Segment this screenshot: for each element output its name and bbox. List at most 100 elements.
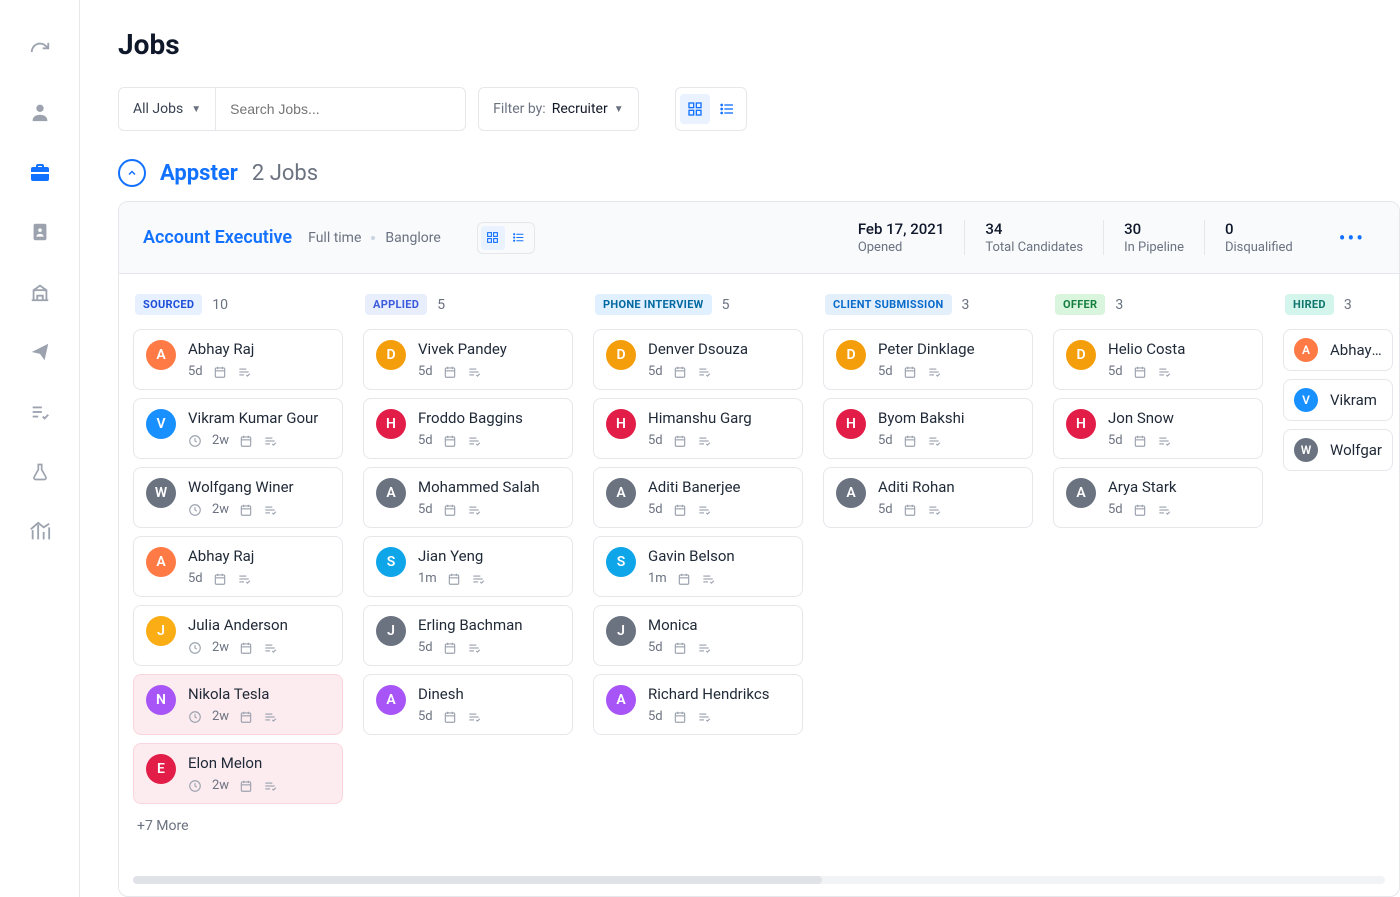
refresh-icon[interactable] (28, 40, 52, 64)
candidate-card[interactable]: WWolfgar (1283, 429, 1393, 471)
candidate-card[interactable]: DPeter Dinklage5d (823, 329, 1033, 390)
horizontal-scrollbar[interactable] (133, 876, 1385, 884)
card-time: 2w (212, 709, 229, 724)
card-meta: 2w (188, 640, 330, 655)
candidate-name: Vikram (1330, 391, 1382, 409)
avatar: A (376, 685, 406, 715)
candidate-name: Abhay R (1330, 341, 1382, 359)
column-header: OFFER3 (1053, 294, 1263, 315)
candidate-card[interactable]: ADinesh5d (363, 674, 573, 735)
candidate-card[interactable]: AAbhay Raj5d (133, 329, 343, 390)
candidate-card[interactable]: SGavin Belson1m (593, 536, 803, 597)
filter-by-label: Filter by: (493, 101, 546, 117)
stat-value: 0 (1225, 220, 1293, 238)
card-time: 5d (648, 364, 663, 379)
candidate-card[interactable]: AMohammed Salah5d (363, 467, 573, 528)
job-grid-view[interactable] (481, 226, 505, 250)
candidate-card[interactable]: DHelio Costa5d (1053, 329, 1263, 390)
stat-label: Disqualified (1225, 240, 1293, 255)
candidate-card[interactable]: SJian Yeng1m (363, 536, 573, 597)
column-count: 5 (722, 297, 730, 313)
briefcase-icon[interactable] (28, 160, 52, 184)
card-time: 5d (188, 364, 203, 379)
filter-by-value: Recruiter (552, 101, 608, 117)
candidate-card[interactable]: AAbhay Raj5d (133, 536, 343, 597)
avatar: A (376, 478, 406, 508)
list-view-button[interactable] (712, 94, 742, 124)
user-icon[interactable] (28, 100, 52, 124)
candidate-card[interactable]: HJon Snow5d (1053, 398, 1263, 459)
card-time: 5d (418, 640, 433, 655)
card-meta: 5d (648, 640, 790, 655)
candidate-card[interactable]: ARichard Hendrikcs5d (593, 674, 803, 735)
candidate-card[interactable]: HHimanshu Garg5d (593, 398, 803, 459)
stat-value: Feb 17, 2021 (858, 220, 945, 238)
candidate-card[interactable]: EElon Melon2w (133, 743, 343, 804)
candidate-card[interactable]: AAbhay R (1283, 329, 1393, 371)
more-button[interactable]: ••• (1329, 226, 1375, 250)
card-meta: 5d (418, 640, 560, 655)
candidate-card[interactable]: WWolfgang Winer2w (133, 467, 343, 528)
avatar: H (376, 409, 406, 439)
chevron-down-icon: ▼ (191, 104, 201, 115)
candidate-card[interactable]: VVikram Kumar Gour2w (133, 398, 343, 459)
kanban-board: SOURCED10AAbhay Raj5dVVikram Kumar Gour2… (119, 274, 1399, 868)
card-time: 5d (418, 433, 433, 448)
chart-icon[interactable] (28, 520, 52, 544)
all-jobs-dropdown[interactable]: All Jobs ▼ (118, 87, 216, 131)
kanban-column: HIRED3AAbhay RVVikramWWolfgar (1283, 294, 1393, 852)
job-type: Full time (308, 230, 361, 246)
grid-view-button[interactable] (680, 94, 710, 124)
avatar: A (836, 478, 866, 508)
candidate-card[interactable]: DVivek Pandey5d (363, 329, 573, 390)
collapse-button[interactable] (118, 159, 146, 187)
candidate-card[interactable]: AAditi Banerjee5d (593, 467, 803, 528)
card-time: 5d (648, 502, 663, 517)
job-title[interactable]: Account Executive (143, 227, 292, 248)
avatar: H (1066, 409, 1096, 439)
scrollbar-thumb[interactable] (133, 876, 822, 884)
building-icon[interactable] (28, 280, 52, 304)
candidate-name: Nikola Tesla (188, 685, 330, 703)
column-count: 10 (212, 297, 228, 313)
candidate-name: Aditi Rohan (878, 478, 1020, 496)
candidate-card[interactable]: V Vikram (1283, 379, 1393, 421)
stat-label: Opened (858, 240, 945, 255)
more-link[interactable]: +7 More (133, 812, 343, 840)
filter-by-dropdown[interactable]: Filter by: Recruiter ▼ (478, 87, 638, 131)
job-list-view[interactable] (507, 226, 531, 250)
card-time: 1m (418, 571, 437, 586)
candidate-card[interactable]: JErling Bachman5d (363, 605, 573, 666)
contacts-icon[interactable] (28, 220, 52, 244)
candidate-name: Monica (648, 616, 790, 634)
candidate-card[interactable]: HByom Bakshi5d (823, 398, 1033, 459)
job-header: Account Executive Full time Banglore Feb… (119, 202, 1399, 274)
avatar: A (606, 478, 636, 508)
candidate-card[interactable]: DDenver Dsouza5d (593, 329, 803, 390)
candidate-name: Denver Dsouza (648, 340, 790, 358)
group-name[interactable]: Appster (160, 161, 238, 186)
card-time: 5d (878, 433, 893, 448)
avatar: V (146, 409, 176, 439)
job-view-toggle (477, 222, 535, 254)
send-icon[interactable] (28, 340, 52, 364)
candidate-card[interactable]: AAditi Rohan5d (823, 467, 1033, 528)
candidate-card[interactable]: HFroddo Baggins5d (363, 398, 573, 459)
flask-icon[interactable] (28, 460, 52, 484)
candidate-card[interactable]: AArya Stark5d (1053, 467, 1263, 528)
avatar: V (1294, 388, 1318, 412)
candidate-name: Dinesh (418, 685, 560, 703)
kanban-column: APPLIED5DVivek Pandey5dHFroddo Baggins5d… (363, 294, 573, 852)
card-meta: 5d (648, 709, 790, 724)
candidate-card[interactable]: NNikola Tesla2w (133, 674, 343, 735)
candidate-card[interactable]: JMonica5d (593, 605, 803, 666)
card-meta: 5d (418, 364, 560, 379)
checklist-icon[interactable] (28, 400, 52, 424)
card-meta: 5d (1108, 433, 1250, 448)
search-input[interactable] (216, 87, 466, 131)
candidate-name: Julia Anderson (188, 616, 330, 634)
candidate-name: Vivek Pandey (418, 340, 560, 358)
card-meta: 5d (878, 364, 1020, 379)
candidate-card[interactable]: JJulia Anderson2w (133, 605, 343, 666)
kanban-column: OFFER3 DHelio Costa5d HJon Snow5d AArya Sta… (1053, 294, 1263, 852)
